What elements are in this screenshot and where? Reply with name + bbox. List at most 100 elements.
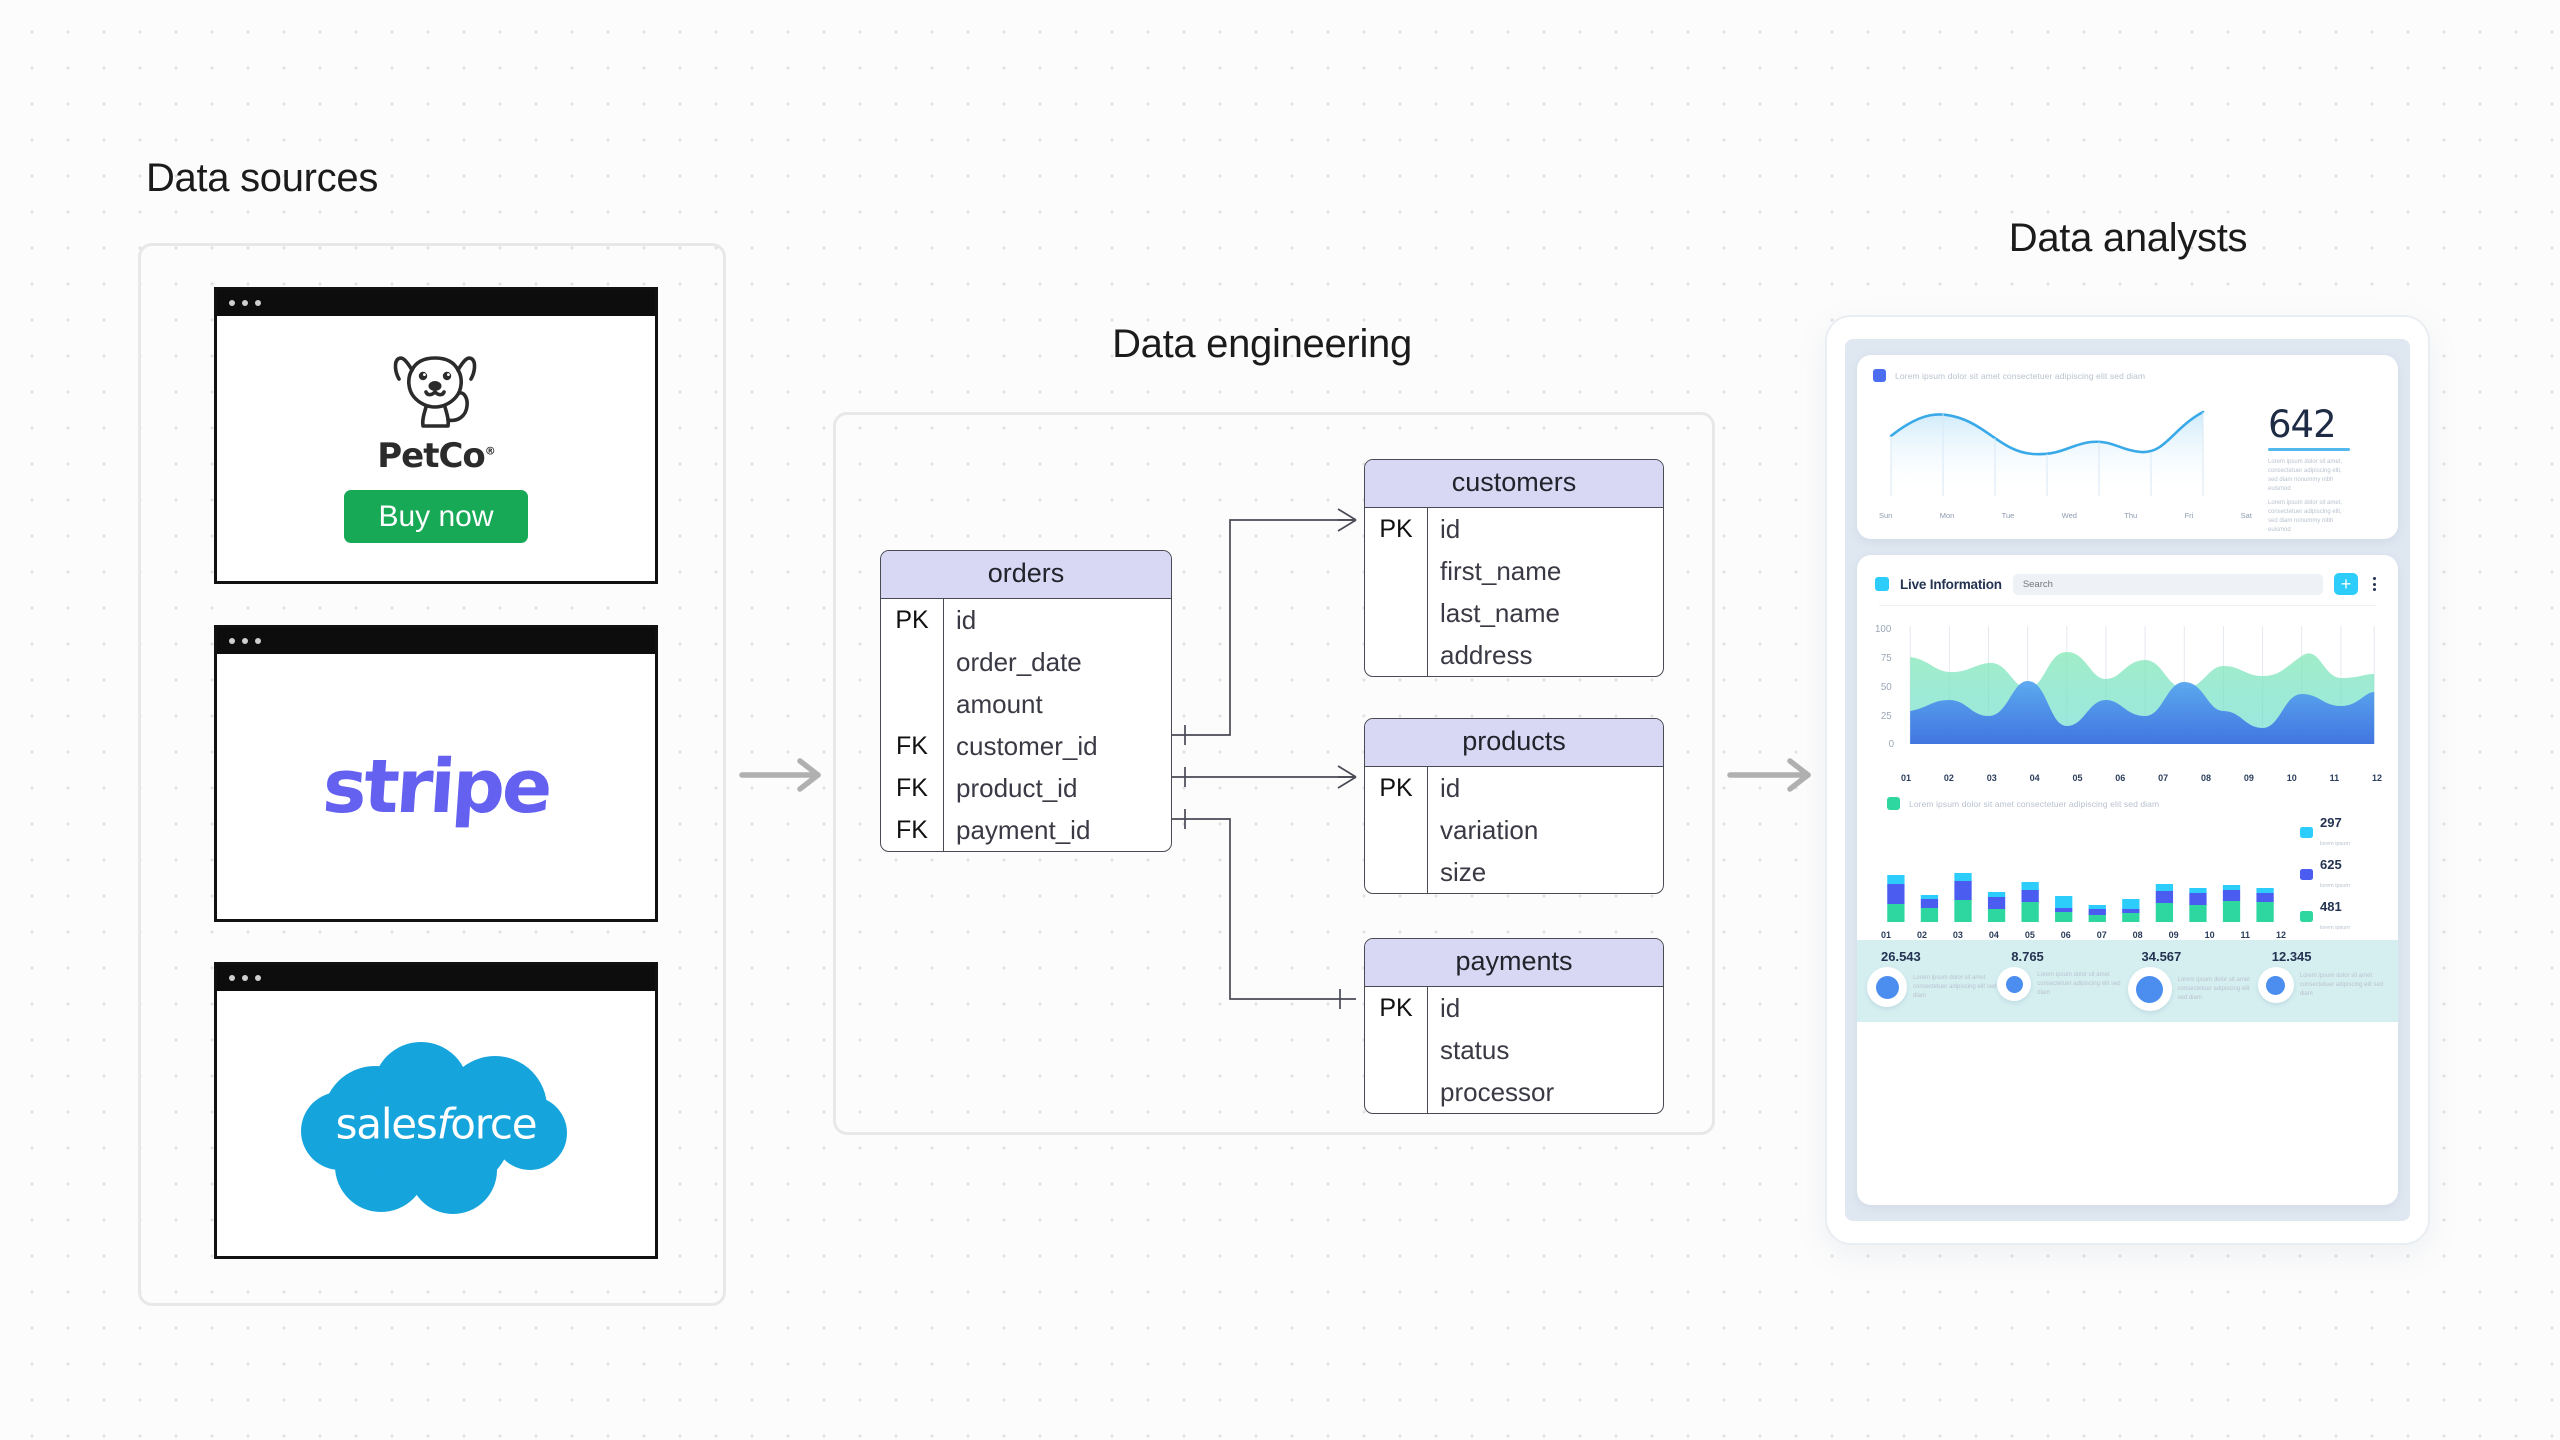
er-table-customers[interactable]: customers PK id first_name last_name addr… bbox=[1364, 459, 1664, 677]
dot bbox=[2373, 588, 2376, 591]
tick-label: 09 bbox=[2168, 930, 2179, 940]
er-field: first_name bbox=[1427, 550, 1663, 592]
search-input[interactable] bbox=[2012, 573, 2323, 595]
tick-label: Sat bbox=[2240, 511, 2252, 520]
tick-label: 01 bbox=[1881, 930, 1892, 940]
browser-content: salesforce bbox=[217, 991, 655, 1256]
tick-label: 08 bbox=[2132, 930, 2143, 940]
tick-label: 02 bbox=[1916, 930, 1927, 940]
er-field: id bbox=[943, 599, 1171, 641]
er-row: last_name bbox=[1365, 592, 1663, 634]
er-table-title: products bbox=[1365, 719, 1663, 767]
er-field: address bbox=[1427, 634, 1663, 676]
legend-sublabel: lorem ipsum bbox=[2320, 883, 2350, 889]
legend-value: 297 bbox=[2320, 815, 2342, 830]
legend-item: 625 lorem ipsum bbox=[2300, 856, 2382, 892]
tick-label: 11 bbox=[2329, 773, 2340, 783]
legend-swatch-icon bbox=[1873, 369, 1886, 382]
er-row: first_name bbox=[1365, 550, 1663, 592]
browser-titlebar bbox=[217, 290, 655, 316]
tick-label: 05 bbox=[2072, 773, 2083, 783]
kpi-cell: 8.765 Lorem ipsum dolor sit amet consect… bbox=[1997, 949, 2127, 1011]
er-field: status bbox=[1427, 1029, 1663, 1071]
salesforce-cloud-icon: salesforce bbox=[301, 1034, 571, 1214]
kpi-value: 34.567 bbox=[2141, 949, 2182, 964]
kpi-ring-icon bbox=[1867, 967, 1907, 1007]
kpi-cell: 12.345 Lorem ipsum dolor sit amet consec… bbox=[2257, 949, 2388, 1011]
er-table-title: orders bbox=[881, 551, 1171, 599]
overview-kpi-note-2: Lorem ipsum dolor sit amet, consectetuer… bbox=[2268, 499, 2343, 533]
more-options-icon[interactable] bbox=[2369, 577, 2380, 591]
svg-text:50: 50 bbox=[1881, 682, 1892, 693]
svg-text:100: 100 bbox=[1875, 624, 1892, 635]
er-table-rows: PK id status processor bbox=[1365, 987, 1663, 1113]
kpi-underline bbox=[2268, 448, 2350, 451]
er-table-rows: PK id first_name last_name address bbox=[1365, 508, 1663, 676]
dot bbox=[2373, 582, 2376, 586]
tick-label: 05 bbox=[2024, 930, 2035, 940]
overview-kpi-value: 642 bbox=[2268, 403, 2337, 446]
svg-text:25: 25 bbox=[1881, 711, 1892, 722]
window-dot-icon bbox=[255, 638, 261, 644]
legend-swatch-icon bbox=[1887, 797, 1900, 810]
browser-window-salesforce[interactable]: salesforce bbox=[214, 962, 658, 1259]
window-dot-icon bbox=[229, 300, 235, 306]
bar-chart-legend-row: Lorem ipsum dolor sit amet consectetuer … bbox=[1857, 783, 2398, 810]
live-stacked-bar-chart bbox=[1887, 873, 2274, 922]
er-table-orders[interactable]: orders PK id order_date amount FK customer… bbox=[880, 550, 1172, 852]
browser-titlebar bbox=[217, 965, 655, 991]
er-field: order_date bbox=[943, 641, 1171, 683]
tick-label: Thu bbox=[2124, 511, 2138, 520]
er-field: id bbox=[1427, 508, 1663, 550]
kpi-note: Lorem ipsum dolor sit amet consectetuer … bbox=[2037, 971, 2121, 996]
browser-titlebar bbox=[217, 628, 655, 654]
er-field: amount bbox=[943, 683, 1171, 725]
legend-value: 625 bbox=[2320, 857, 2342, 872]
tick-label: 08 bbox=[2201, 773, 2212, 783]
bar-chart-legend-label: Lorem ipsum dolor sit amet consectetuer … bbox=[1909, 798, 2160, 809]
er-row: FK customer_id bbox=[881, 725, 1171, 767]
er-table-title: customers bbox=[1365, 460, 1663, 508]
window-dot-icon bbox=[242, 975, 248, 981]
live-information-title: Live Information bbox=[1900, 576, 2002, 592]
kpi-ring-icon bbox=[2257, 967, 2294, 1003]
browser-window-stripe[interactable]: stripe bbox=[214, 625, 658, 922]
er-row: variation bbox=[1365, 809, 1663, 851]
window-dot-icon bbox=[255, 975, 261, 981]
tick-label: 11 bbox=[2240, 930, 2251, 940]
er-key: PK bbox=[1379, 773, 1413, 802]
er-row: address bbox=[1365, 634, 1663, 676]
er-field: processor bbox=[1427, 1071, 1663, 1113]
er-table-payments[interactable]: payments PK id status processor bbox=[1364, 938, 1664, 1114]
tablet-device: Lorem ipsum dolor sit amet consectetuer … bbox=[1825, 315, 2430, 1245]
legend-swatch-icon bbox=[2300, 868, 2313, 880]
er-key: FK bbox=[896, 731, 928, 760]
er-field: size bbox=[1427, 851, 1663, 893]
browser-content: PetCo® Buy now bbox=[217, 316, 655, 581]
er-row: FK payment_id bbox=[881, 809, 1171, 851]
browser-content: stripe bbox=[217, 654, 655, 919]
tick-label: Fri bbox=[2184, 511, 2194, 520]
overview-kpi-note-1: Lorem ipsum dolor sit amet, consectetuer… bbox=[2268, 458, 2343, 492]
area-chart-block: 100 75 50 25 0 01 02 03 04 05 06 07 08 0… bbox=[1857, 606, 2398, 783]
kpi-value: 26.543 bbox=[1881, 949, 1921, 964]
stripe-logo-icon: stripe bbox=[319, 743, 553, 830]
buy-now-button[interactable]: Buy now bbox=[344, 489, 528, 544]
tick-label: 10 bbox=[2204, 930, 2215, 940]
add-button[interactable]: + bbox=[2334, 573, 2358, 595]
tick-label: 03 bbox=[1986, 773, 1997, 783]
er-key: PK bbox=[1379, 993, 1413, 1022]
er-row: PK id bbox=[1365, 987, 1663, 1029]
browser-window-petco[interactable]: PetCo® Buy now bbox=[214, 287, 658, 584]
tick-label: 07 bbox=[2158, 773, 2169, 783]
overview-x-axis: Sun Mon Tue Wed Thu Fri Sat bbox=[1873, 511, 2258, 520]
er-table-products[interactable]: products PK id variation size bbox=[1364, 718, 1664, 894]
bar-chart-block: 01 02 03 04 05 06 07 08 09 10 11 12 297 … bbox=[1857, 810, 2398, 940]
tick-label: 04 bbox=[2029, 773, 2040, 783]
legend-value: 481 bbox=[2320, 899, 2342, 914]
overview-line-chart bbox=[1889, 410, 2205, 496]
legend-swatch-icon bbox=[2300, 826, 2313, 838]
overview-legend: Lorem ipsum dolor sit amet consectetuer … bbox=[1873, 369, 2382, 382]
kpi-note: Lorem ipsum dolor sit amet consectetuer … bbox=[2177, 976, 2250, 1001]
data-analysts-title: Data analysts bbox=[2008, 216, 2248, 260]
